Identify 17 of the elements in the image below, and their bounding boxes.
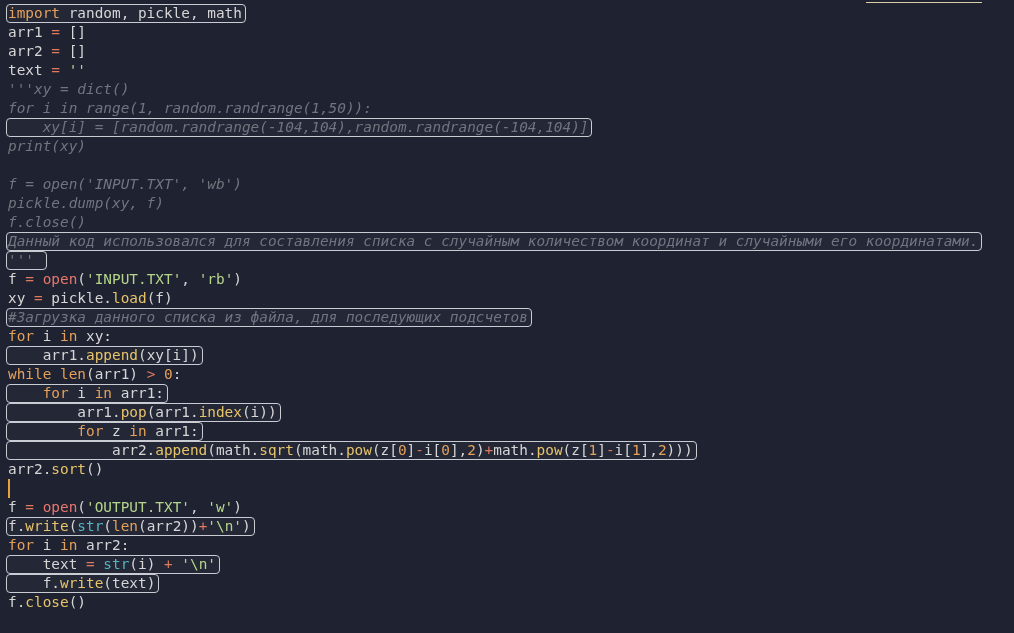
code-line: arr2.sort()	[7, 461, 105, 478]
code-line: xy = pickle.load(f)	[7, 290, 174, 307]
code-line: text = ''	[7, 62, 87, 79]
code-line: for i in xy:	[7, 328, 113, 345]
code-line: f.close()	[7, 214, 87, 231]
code-line: arr1 = []	[7, 24, 87, 41]
code-line: for i in range(1, random.randrange(1,50)):	[7, 100, 373, 117]
code-line: for i in arr2:	[7, 537, 131, 554]
code-line: while len(arr1) > 0:	[7, 366, 183, 383]
code-line: print(xy)	[7, 138, 87, 155]
code-line: f = open('INPUT.TXT', 'wb')	[7, 176, 243, 193]
code-line: '''xy = dict()	[7, 81, 131, 98]
code-line: arr2 = []	[7, 43, 87, 60]
code-line: pickle.dump(xy, f)	[7, 195, 165, 212]
code-line: f = open('INPUT.TXT', 'rb')	[7, 271, 243, 288]
code-line: f = open('OUTPUT.TXT', 'w')	[7, 499, 243, 516]
code-line: f.close()	[7, 594, 87, 611]
